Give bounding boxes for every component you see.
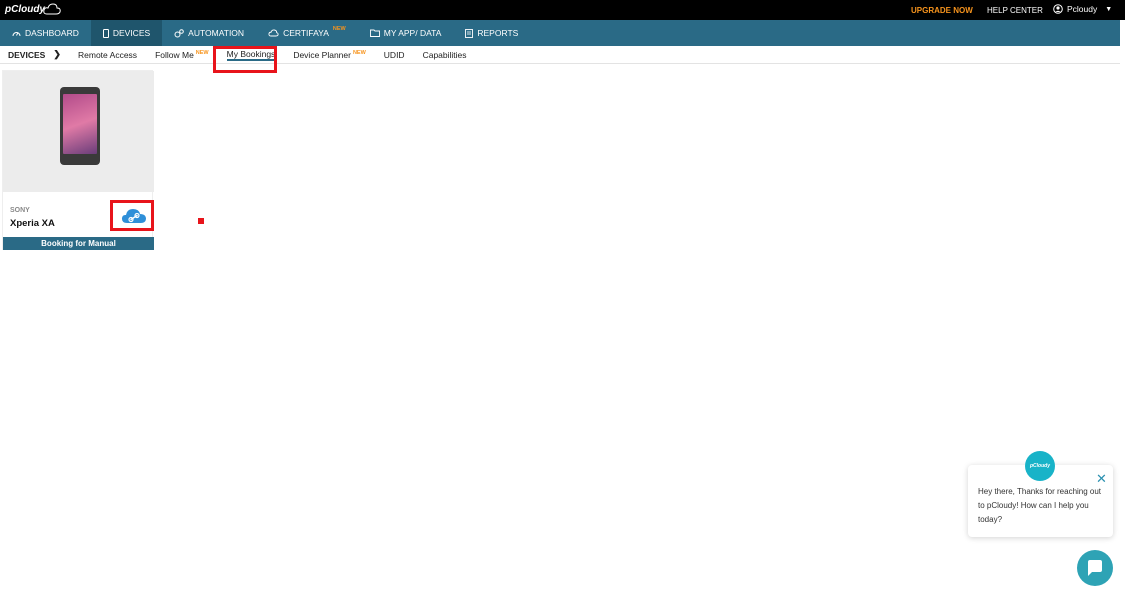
nav-dashboard-label: DASHBOARD — [25, 28, 79, 38]
nav-devices[interactable]: DEVICES — [90, 20, 163, 46]
sub-nav: DEVICES ❯ Remote Access Follow Me NEW My … — [0, 46, 1120, 64]
new-badge: NEW — [332, 26, 346, 32]
subnav-item-label: UDID — [383, 49, 405, 60]
highlight-box-my-bookings — [213, 46, 277, 73]
chat-message: Hey there, Thanks for reaching out to pC… — [978, 487, 1102, 524]
device-model: Xperia XA — [10, 218, 55, 229]
subnav-title: DEVICES ❯ — [0, 49, 78, 60]
subnav-device-planner[interactable]: Device Planner NEW — [293, 50, 365, 60]
device-image-area — [3, 71, 154, 192]
main-nav: DASHBOARD DEVICES AUTOMATION CERTIFAYA N… — [0, 20, 1120, 46]
chat-launcher-button[interactable] — [1077, 550, 1113, 586]
subnav-remote-access[interactable]: Remote Access — [78, 50, 137, 60]
new-badge: NEW — [352, 49, 366, 56]
subnav-udid[interactable]: UDID — [384, 50, 405, 60]
user-icon — [1053, 4, 1063, 14]
subnav-item-label: Device Planner — [293, 49, 351, 60]
cloud-logo-icon — [43, 3, 61, 15]
gears-icon — [174, 28, 184, 37]
nav-certifaya-label: CERTIFAYA — [283, 28, 329, 38]
folder-icon — [369, 29, 380, 37]
click-marker — [198, 218, 204, 224]
phone-image — [60, 87, 100, 165]
user-menu[interactable]: Pcloudy ▼ — [1053, 4, 1112, 14]
device-brand: SONY — [10, 207, 30, 214]
nav-reports[interactable]: REPORTS — [453, 20, 530, 46]
help-center-link[interactable]: HELP CENTER — [987, 6, 1043, 15]
nav-devices-label: DEVICES — [112, 28, 151, 38]
document-icon — [465, 28, 474, 38]
chat-bubble-icon — [1088, 560, 1102, 576]
nav-certifaya[interactable]: CERTIFAYA NEW — [256, 20, 358, 46]
pcloudy-logo[interactable]: pCloudy — [5, 3, 61, 15]
nav-reports-label: REPORTS — [477, 28, 519, 38]
top-bar: pCloudy UPGRADE NOW HELP CENTER Pcloudy … — [0, 0, 1125, 20]
chevron-right-icon: ❯ — [53, 49, 61, 59]
subnav-item-label: Follow Me — [155, 49, 194, 60]
phone-screen — [63, 94, 97, 154]
nav-dashboard[interactable]: DASHBOARD — [0, 20, 91, 46]
nav-my-app-data[interactable]: MY APP/ DATA — [358, 20, 454, 46]
cloud-icon — [268, 29, 279, 37]
user-name: Pcloudy — [1067, 4, 1098, 14]
booking-type-bar: Booking for Manual — [3, 237, 154, 250]
upgrade-now-link[interactable]: UPGRADE NOW — [911, 6, 973, 15]
new-badge: NEW — [195, 49, 209, 56]
logo-text: pCloudy — [5, 3, 45, 15]
subnav-title-label: DEVICES — [8, 49, 46, 60]
phone-icon — [102, 28, 109, 38]
chat-avatar: pCloudy — [1025, 451, 1055, 481]
subnav-item-label: Remote Access — [78, 49, 138, 60]
chevron-down-icon: ▼ — [1105, 5, 1113, 13]
nav-my-app-data-label: MY APP/ DATA — [383, 28, 442, 38]
subnav-capabilities[interactable]: Capabilities — [423, 50, 467, 60]
subnav-follow-me[interactable]: Follow Me NEW — [155, 50, 209, 60]
gauge-icon — [12, 32, 21, 37]
nav-automation[interactable]: AUTOMATION — [162, 20, 256, 46]
subnav-item-label: Capabilities — [422, 49, 467, 60]
nav-automation-label: AUTOMATION — [188, 28, 245, 38]
highlight-box-connect — [110, 200, 154, 231]
